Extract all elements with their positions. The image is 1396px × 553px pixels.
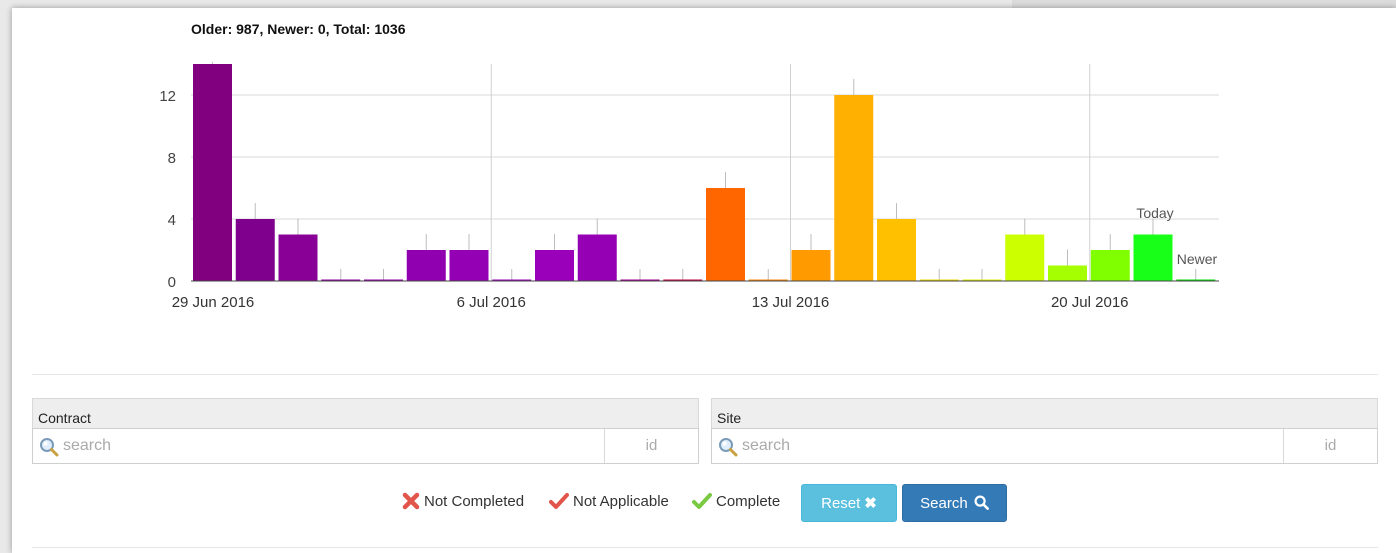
y-tick-label: 4 <box>168 212 176 229</box>
x-tick-label: 6 Jul 2016 <box>457 294 526 311</box>
red-x-icon <box>402 492 420 510</box>
bar <box>791 250 831 281</box>
x-tick-label: 13 Jul 2016 <box>752 294 830 311</box>
bar <box>1133 234 1173 281</box>
bar <box>193 64 232 281</box>
contract-label: Contract <box>32 398 699 428</box>
bar <box>535 250 574 281</box>
reset-button-label: Reset <box>821 495 861 512</box>
bar <box>1005 234 1045 281</box>
legend-complete[interactable]: Complete <box>692 492 780 510</box>
legend-not-completed-label: Not Completed <box>424 492 525 510</box>
legend-not-completed[interactable]: Not Completed <box>402 492 524 510</box>
newer-annotation: Newer <box>1177 251 1218 267</box>
y-tick-label: 0 <box>168 274 176 291</box>
bar <box>877 219 916 281</box>
site-filter: Site id <box>711 398 1378 464</box>
contract-search-input[interactable] <box>63 429 603 463</box>
bar <box>1090 250 1130 281</box>
site-id-input[interactable]: id <box>1283 429 1377 463</box>
site-label: Site <box>711 398 1378 428</box>
green-check-icon <box>692 493 712 509</box>
search-icon <box>40 438 59 457</box>
today-annotation: Today <box>1136 205 1173 221</box>
search-icon <box>974 495 989 510</box>
x-tick-label: 20 Jul 2016 <box>1051 294 1129 311</box>
legend-not-applicable[interactable]: Not Applicable <box>549 492 669 510</box>
bar <box>577 234 617 281</box>
site-input-wrap: id <box>711 428 1378 464</box>
bar <box>1048 265 1087 281</box>
bar <box>235 219 275 281</box>
bottom-divider <box>32 547 1378 548</box>
divider <box>32 374 1378 375</box>
search-button[interactable]: Search <box>902 484 1007 522</box>
contract-id-input[interactable]: id <box>604 429 698 463</box>
bar <box>278 234 318 281</box>
legend-not-applicable-label: Not Applicable <box>573 492 669 510</box>
bar <box>449 250 489 281</box>
close-icon: ✖ <box>864 495 877 512</box>
search-button-label: Search <box>920 495 968 512</box>
contract-input-wrap: id <box>32 428 699 464</box>
legend-complete-label: Complete <box>716 492 781 510</box>
bar <box>834 95 874 281</box>
x-tick-label: 29 Jun 2016 <box>172 294 255 311</box>
bar <box>406 250 446 281</box>
search-icon <box>719 438 738 457</box>
site-search-input[interactable] <box>742 429 1282 463</box>
y-tick-label: 8 <box>168 150 176 167</box>
contract-filter: Contract id <box>32 398 699 464</box>
red-check-icon <box>549 493 569 509</box>
bar <box>706 188 745 281</box>
reset-button[interactable]: Reset ✖ <box>801 484 897 522</box>
y-tick-label: 12 <box>159 88 176 105</box>
bar-chart: 0 4 8 12 29 Jun 2016 6 Jul 2016 13 Jul 2016 20 … <box>159 62 1219 311</box>
